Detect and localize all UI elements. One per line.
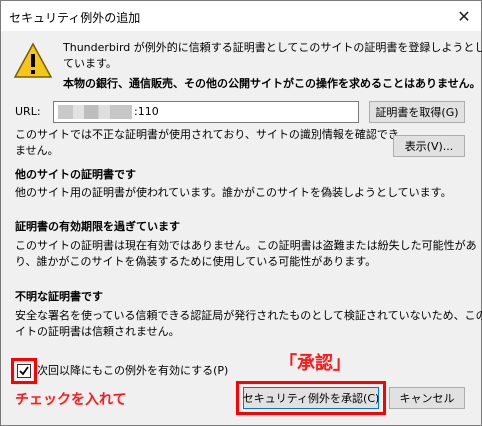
annotation-check-label: チェックを入れて [15,392,127,408]
section-title: 不明な証明書です [15,290,103,303]
cancel-button[interactable]: キャンセル [389,387,465,409]
intro-warning: 本物の銀行、通信販売、その他の公開サイトがこの操作を求めることはありません。 [63,77,481,90]
annotation-approve-label: 「承認」 [279,353,351,374]
annotation-frame-checkbox [11,358,37,384]
section-title: 証明書の有効期限を過ぎています [15,220,180,233]
section-title: 他のサイトの証明書です [15,168,136,181]
close-icon[interactable]: ✕ [453,5,475,27]
window-title: セキュリティ例外の追加 [9,11,141,25]
get-certificate-button[interactable]: 証明書を取得(G) [369,101,465,123]
status-line1: このサイトでは不正な証明書が使用されており、サイトの識別情報を確認でき [15,128,399,141]
status-line2: ません。 [15,144,59,157]
remember-exception-label[interactable]: 次回以降にもこの例外を有効にする(P) [37,363,228,379]
warning-icon [13,42,53,78]
section-text: イトの証明書は信頼されません。 [15,325,180,338]
section-text: このサイトの証明書は現在有効ではありません。この証明書は盗難または紛失した可能性… [15,239,477,252]
url-input[interactable]: :110 [53,101,359,123]
section-text: り、誰かがこのサイトを偽装するために使用している可能性があります。 [15,255,377,268]
view-certificate-button[interactable]: 表示(V)... [393,135,465,157]
intro-text-line1: Thunderbird が例外的に信頼する証明書としてこのサイトの証明書を登録し… [63,41,482,54]
section-text: 他のサイト用の証明書が使われています。誰かがこのサイトを偽装しようとしています。 [15,186,452,199]
security-exception-dialog: セキュリティ例外の追加 ✕ Thunderbird が例外的に信頼する証明書とし… [0,0,482,426]
intro-text-line2: ています。 [63,57,117,70]
url-label: URL: [15,105,41,118]
section-text: 安全な署名を使っている信頼できる認証局が発行されたものとして検証されていないため… [15,309,482,322]
url-port: :110 [134,105,159,118]
title-bar: セキュリティ例外の追加 ✕ [1,1,481,31]
annotation-frame-confirm [236,381,386,415]
redacted-host [58,105,132,119]
